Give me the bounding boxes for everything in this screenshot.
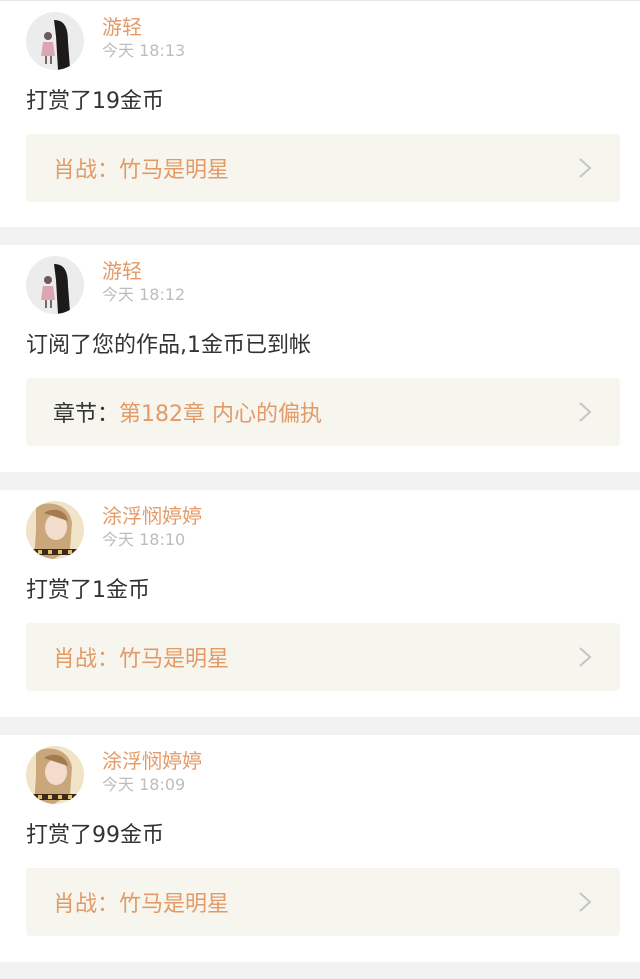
timestamp: 今天 18:13 <box>102 41 186 60</box>
username[interactable]: 涂浮悯婷婷 <box>102 748 202 774</box>
notification-feed: 游轻 今天 18:13 打赏了19金币 肖战： 竹马是明星 游轻 今天 18:1… <box>0 0 640 962</box>
card-header: 涂浮悯婷婷 今天 18:10 <box>26 500 202 560</box>
link-title: 第182章 内心的偏执 <box>119 402 323 427</box>
link-prefix: 肖战： <box>53 892 120 917</box>
username[interactable]: 涂浮悯婷婷 <box>102 503 202 529</box>
chevron-right-icon <box>578 401 592 423</box>
avatar[interactable] <box>26 746 84 804</box>
card-header: 涂浮悯婷婷 今天 18:09 <box>26 745 202 805</box>
link-prefix: 肖战： <box>53 158 120 183</box>
timestamp: 今天 18:12 <box>102 285 186 304</box>
username[interactable]: 游轻 <box>102 258 185 284</box>
avatar[interactable] <box>26 256 84 314</box>
link-title: 竹马是明星 <box>119 647 230 672</box>
link-title: 竹马是明星 <box>119 892 230 917</box>
work-link[interactable]: 肖战： 竹马是明星 <box>26 623 620 691</box>
link-prefix: 肖战： <box>53 647 120 672</box>
chapter-link[interactable]: 章节： 第182章 内心的偏执 <box>26 378 620 446</box>
girl-silhouette-avatar-icon <box>26 256 84 314</box>
username[interactable]: 游轻 <box>102 14 185 40</box>
card-header: 游轻 今天 18:12 <box>26 255 185 315</box>
work-link[interactable]: 肖战： 竹马是明星 <box>26 868 620 936</box>
portrait-photo-avatar-icon <box>26 501 84 559</box>
notification-card: 涂浮悯婷婷 今天 18:09 打赏了99金币 肖战： 竹马是明星 <box>0 735 640 962</box>
notification-card: 游轻 今天 18:13 打赏了19金币 肖战： 竹马是明星 <box>0 0 640 227</box>
chevron-right-icon <box>578 891 592 913</box>
chevron-right-icon <box>578 646 592 668</box>
link-title: 竹马是明星 <box>119 158 230 183</box>
notification-message: 打赏了99金币 <box>26 823 164 848</box>
notification-message: 订阅了您的作品,1金币已到帐 <box>26 333 311 358</box>
avatar[interactable] <box>26 501 84 559</box>
avatar[interactable] <box>26 12 84 70</box>
card-header: 游轻 今天 18:13 <box>26 11 185 71</box>
chevron-right-icon <box>578 157 592 179</box>
link-prefix: 章节： <box>53 402 120 427</box>
timestamp: 今天 18:09 <box>102 775 186 794</box>
notification-message: 打赏了1金币 <box>26 578 150 603</box>
notification-card: 涂浮悯婷婷 今天 18:10 打赏了1金币 肖战： 竹马是明星 <box>0 490 640 717</box>
portrait-photo-avatar-icon <box>26 746 84 804</box>
girl-silhouette-avatar-icon <box>26 12 84 70</box>
timestamp: 今天 18:10 <box>102 530 186 549</box>
work-link[interactable]: 肖战： 竹马是明星 <box>26 134 620 202</box>
notification-message: 打赏了19金币 <box>26 89 164 114</box>
notification-card: 游轻 今天 18:12 订阅了您的作品,1金币已到帐 章节： 第182章 内心的… <box>0 245 640 472</box>
